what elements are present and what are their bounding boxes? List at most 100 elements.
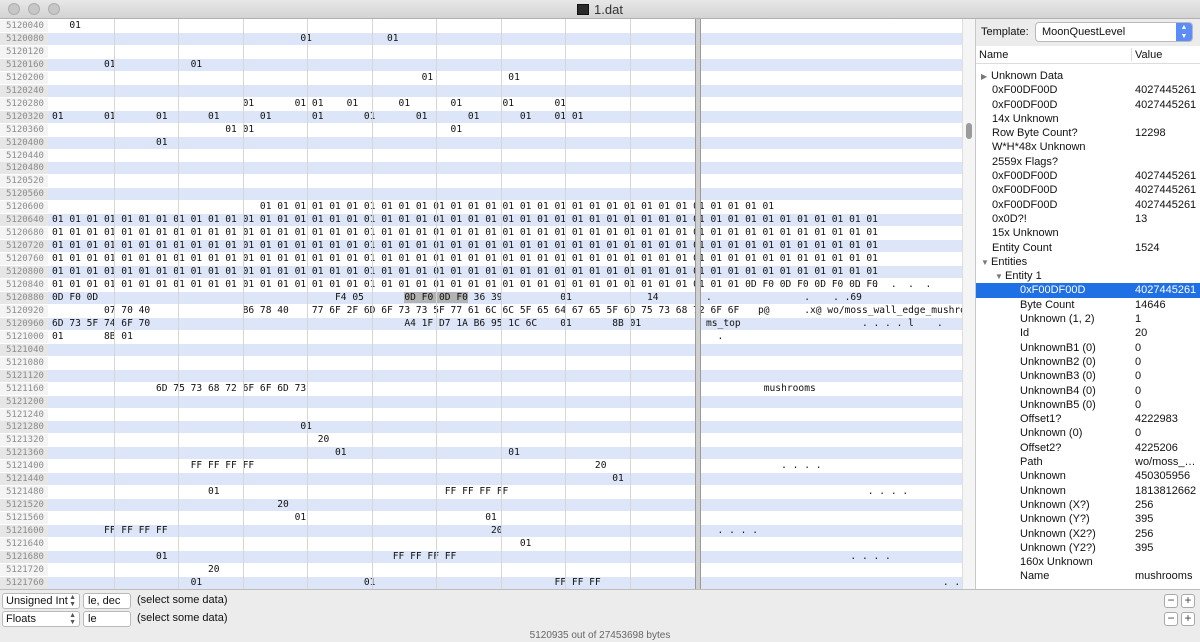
hex-bytes[interactable]: 20 bbox=[52, 564, 220, 576]
hex-row[interactable]: 5120720 01 01 01 01 01 01 01 01 01 01 01 … bbox=[0, 240, 962, 253]
hex-row[interactable]: 5120840 01 01 01 01 01 01 01 01 01 01 01 … bbox=[0, 279, 962, 291]
template-row[interactable]: Unknown (X?) 256 bbox=[976, 498, 1200, 512]
ascii-text[interactable]: p@ .x@ wo/moss_wall_edge_mushroo bbox=[706, 305, 962, 317]
scrollbar-thumb[interactable] bbox=[966, 123, 972, 139]
hex-row[interactable]: 5121440 01 bbox=[0, 473, 962, 486]
ascii-text[interactable]: . . . . bbox=[706, 486, 908, 498]
hex-row[interactable]: 5121600 FF FF FF FF 20 . . . . bbox=[0, 525, 962, 538]
add-row-button[interactable]: + bbox=[1181, 594, 1195, 608]
remove-row-button[interactable]: − bbox=[1164, 612, 1178, 626]
hex-row[interactable]: 5120960 6D 73 5F 74 6F 70 A4 1F D7 1A B6 … bbox=[0, 317, 962, 330]
hex-row[interactable]: 5121360 01 01 bbox=[0, 447, 962, 460]
template-select[interactable]: MoonQuestLevel ▲ ▼ bbox=[1035, 22, 1193, 42]
template-row[interactable]: 0xF00DF00D 4027445261 bbox=[976, 83, 1200, 97]
template-row[interactable]: 0xF00DF00D 4027445261 bbox=[976, 169, 1200, 183]
hex-row[interactable]: 5121680 01 FF FF FF FF . . . . bbox=[0, 550, 962, 563]
hex-bytes[interactable]: 01 01 01 01 01 01 01 01 01 01 01 01 01 0… bbox=[52, 214, 878, 226]
hex-bytes[interactable]: 01 bbox=[52, 20, 81, 32]
hex-bytes[interactable]: 20 bbox=[52, 434, 330, 446]
endian-popup-uint[interactable]: le, dec bbox=[83, 593, 131, 609]
hex-bytes[interactable]: FF FF FF FF 20 bbox=[52, 525, 503, 537]
hex-row[interactable]: 5120360 01 01 01 bbox=[0, 123, 962, 136]
type-popup-float[interactable]: Floats ▲ ▼ bbox=[2, 611, 80, 627]
hex-view[interactable]: 5120040 01 5120080 01 01 5120120 5120160 01… bbox=[0, 19, 962, 589]
hex-row[interactable]: 5121400 FF FF FF FF 20 . . . . bbox=[0, 460, 962, 473]
hex-row[interactable]: 5121720 20 bbox=[0, 563, 962, 576]
add-row-button[interactable]: + bbox=[1181, 612, 1195, 626]
hex-bytes[interactable]: 01 01 01 01 01 01 01 01 01 01 01 01 01 0… bbox=[52, 253, 878, 265]
template-row[interactable]: Offset2? 4225206 bbox=[976, 441, 1200, 455]
hex-row[interactable]: 5120920 07 70 40 B6 78 40 77 6F 2F 6D 6F… bbox=[0, 304, 962, 317]
hex-row[interactable]: 5121040 bbox=[0, 343, 962, 356]
hex-bytes[interactable]: 01 01 bbox=[52, 72, 520, 84]
template-row[interactable]: Path wo/moss_… bbox=[976, 455, 1200, 469]
hex-bytes[interactable]: 01 01 01 01 01 01 01 01 01 01 01 01 01 0… bbox=[52, 201, 774, 213]
hex-row[interactable]: 5120560 bbox=[0, 188, 962, 201]
hex-row[interactable]: 5121280 01 bbox=[0, 421, 962, 434]
template-row[interactable]: Id 20 bbox=[976, 326, 1200, 340]
template-row[interactable]: 0xF00DF00D 4027445261 bbox=[976, 183, 1200, 197]
hex-row[interactable]: 5120400 01 bbox=[0, 136, 962, 149]
column-separator[interactable] bbox=[1131, 48, 1132, 61]
hex-row[interactable]: 5121200 bbox=[0, 395, 962, 408]
hex-row[interactable]: 5120520 bbox=[0, 175, 962, 188]
hex-bytes[interactable]: FF FF FF FF 20 bbox=[52, 460, 607, 472]
hex-row[interactable]: 5120040 01 bbox=[0, 20, 962, 32]
hex-bytes[interactable]: 01 01 FF FF FF bbox=[52, 577, 601, 589]
hex-row[interactable]: 5120160 01 01 bbox=[0, 58, 962, 71]
type-popup-uint[interactable]: Unsigned Int ▲ ▼ bbox=[2, 593, 80, 609]
hex-bytes[interactable]: 01 01 01 01 01 01 01 01 bbox=[52, 98, 566, 110]
hex-row[interactable]: 5121320 20 bbox=[0, 434, 962, 447]
column-name-header[interactable]: Name bbox=[979, 49, 1008, 61]
template-row[interactable]: UnknownB2 (0) 0 bbox=[976, 355, 1200, 369]
hex-row[interactable]: 5120320 01 01 01 01 01 01 01 01 01 01 01 … bbox=[0, 110, 962, 123]
disclosure-expanded-icon[interactable]: ▼ bbox=[981, 256, 991, 270]
template-row[interactable]: ▼ Entity 1 bbox=[976, 269, 1200, 283]
hex-row[interactable]: 5120080 01 01 bbox=[0, 32, 962, 45]
ascii-text[interactable]: mushrooms bbox=[706, 383, 816, 395]
hex-bytes[interactable]: 01 FF FF FF FF bbox=[52, 486, 508, 498]
hex-row[interactable]: 5120680 01 01 01 01 01 01 01 01 01 01 01 … bbox=[0, 227, 962, 240]
template-row[interactable]: Unknown 1813812662 bbox=[976, 484, 1200, 498]
hex-row[interactable]: 5120200 01 01 bbox=[0, 71, 962, 84]
hex-bytes[interactable]: 01 01 01 01 01 01 01 01 01 01 01 01 01 0… bbox=[52, 227, 878, 239]
hex-row[interactable]: 5120760 01 01 01 01 01 01 01 01 01 01 01 … bbox=[0, 253, 962, 266]
template-tree[interactable]: ▶ Unknown Data 0xF00DF00D 4027445261 0xF00DF… bbox=[976, 69, 1200, 584]
template-row[interactable]: 2559x Flags? bbox=[976, 155, 1200, 169]
hex-bytes[interactable]: 01 01 bbox=[52, 512, 497, 524]
template-row[interactable]: 160x Unknown bbox=[976, 555, 1200, 569]
template-row[interactable]: UnknownB4 (0) 0 bbox=[976, 384, 1200, 398]
template-row[interactable]: ▶ Unknown Data bbox=[976, 69, 1200, 83]
hex-row[interactable]: 5121080 bbox=[0, 356, 962, 369]
hex-row[interactable]: 5120440 bbox=[0, 149, 962, 162]
hex-bytes[interactable]: 6D 75 73 68 72 6F 6F 6D 73 bbox=[52, 383, 306, 395]
remove-row-button[interactable]: − bbox=[1164, 594, 1178, 608]
hex-bytes[interactable]: 07 70 40 B6 78 40 77 6F 2F 6D 6F 73 73 5… bbox=[52, 305, 739, 317]
endian-popup-float[interactable]: le bbox=[83, 611, 131, 627]
hex-scrollbar[interactable] bbox=[962, 19, 975, 589]
template-row[interactable]: UnknownB3 (0) 0 bbox=[976, 369, 1200, 383]
hex-bytes[interactable]: 01 bbox=[52, 473, 624, 485]
hex-row[interactable]: 5121520 20 bbox=[0, 499, 962, 512]
hex-bytes[interactable]: 01 01 bbox=[52, 447, 520, 459]
hex-ascii-divider[interactable] bbox=[695, 19, 701, 589]
hex-row[interactable]: 5121240 bbox=[0, 408, 962, 421]
ascii-text[interactable]: . . . . . bbox=[706, 279, 931, 291]
hex-row[interactable]: 5121160 6D 75 73 68 72 6F 6F 6D 73 mushr… bbox=[0, 382, 962, 395]
template-row[interactable]: Name mushrooms bbox=[976, 569, 1200, 583]
hex-bytes[interactable]: 01 01 01 01 01 01 01 01 01 01 01 01 01 0… bbox=[52, 266, 878, 278]
template-row[interactable]: Unknown (0) 0 bbox=[976, 426, 1200, 440]
ascii-text[interactable]: . bbox=[706, 331, 724, 343]
hex-bytes[interactable]: 01 01 bbox=[52, 59, 202, 71]
hex-row[interactable]: 5120280 01 01 01 01 01 01 01 01 bbox=[0, 97, 962, 110]
hex-bytes[interactable]: 20 bbox=[52, 499, 289, 511]
hex-row[interactable]: 5120800 01 01 01 01 01 01 01 01 01 01 01 … bbox=[0, 266, 962, 279]
template-row[interactable]: 0xF00DF00D 4027445261 bbox=[976, 98, 1200, 112]
hex-row[interactable]: 5120480 bbox=[0, 162, 962, 175]
template-row[interactable]: Entity Count 1524 bbox=[976, 241, 1200, 255]
template-row[interactable]: Unknown (1, 2) 1 bbox=[976, 312, 1200, 326]
hex-bytes[interactable]: 01 01 bbox=[52, 33, 398, 45]
ascii-text[interactable]: . . . .69 bbox=[706, 292, 862, 304]
hex-row[interactable]: 5121640 01 bbox=[0, 538, 962, 550]
template-row[interactable]: Unknown (Y2?) 395 bbox=[976, 541, 1200, 555]
